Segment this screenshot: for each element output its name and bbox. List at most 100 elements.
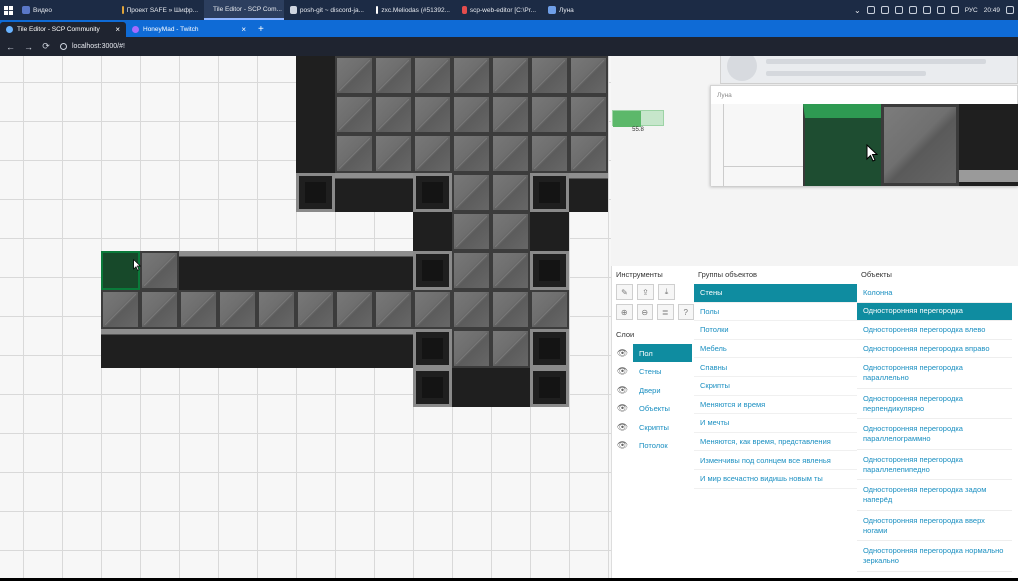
map-tile[interactable] xyxy=(257,329,296,368)
map-tile[interactable] xyxy=(218,290,257,329)
map-tile[interactable] xyxy=(413,56,452,95)
map-tile[interactable] xyxy=(491,173,530,212)
network-icon[interactable] xyxy=(922,6,931,14)
clock[interactable]: 20:49 xyxy=(984,7,1000,14)
taskbar-item-posh-git[interactable]: posh-git ~ discord-ja... xyxy=(284,0,370,20)
map-tile[interactable] xyxy=(452,251,491,290)
map-tile[interactable] xyxy=(218,251,257,290)
map-tile[interactable] xyxy=(491,134,530,173)
map-tile[interactable] xyxy=(569,56,608,95)
map-tile[interactable] xyxy=(374,95,413,134)
notifications-icon[interactable] xyxy=(1006,6,1014,14)
tray-app-icon[interactable] xyxy=(880,6,889,14)
object-group-item[interactable]: Меняются, как время, представления xyxy=(694,433,857,452)
object-item[interactable]: Односторонняя перегородка влево xyxy=(857,321,1012,340)
map-tile[interactable] xyxy=(335,134,374,173)
map-tile[interactable] xyxy=(296,134,335,173)
map-tile[interactable] xyxy=(413,290,452,329)
map-tile[interactable] xyxy=(569,173,608,212)
map-tile[interactable] xyxy=(101,329,140,368)
map-tile[interactable] xyxy=(296,56,335,95)
language-indicator[interactable]: РУС xyxy=(965,7,978,14)
info-icon[interactable] xyxy=(60,43,67,50)
taskbar-item-luna[interactable]: Луна xyxy=(542,0,602,20)
map-tile[interactable] xyxy=(530,134,569,173)
object-item[interactable]: Односторонняя перегородка параллельно xyxy=(857,358,1012,389)
map-tile[interactable] xyxy=(296,290,335,329)
notification-toast[interactable]: ✕ xyxy=(720,56,1018,84)
map-tile[interactable] xyxy=(140,329,179,368)
windows-start-button[interactable] xyxy=(0,0,16,20)
tab-twitch[interactable]: HoneyMad - Twitch × xyxy=(126,22,252,37)
eye-icon[interactable]: 👁 xyxy=(612,385,633,396)
map-tile[interactable] xyxy=(296,251,335,290)
map-tile[interactable] xyxy=(491,251,530,290)
map-tile[interactable] xyxy=(413,251,452,290)
eye-icon[interactable]: 👁 xyxy=(612,403,633,414)
map-tile[interactable] xyxy=(452,212,491,251)
map-tile[interactable] xyxy=(452,134,491,173)
object-group-item[interactable]: Изменчивы под солнцем все явленья xyxy=(694,451,857,470)
map-tile[interactable] xyxy=(491,329,530,368)
list-icon[interactable]: ≣ xyxy=(657,304,674,320)
object-item[interactable]: Односторонняя перегородка нормально зерк… xyxy=(857,541,1012,572)
map-tile[interactable] xyxy=(257,290,296,329)
map-tile[interactable] xyxy=(374,173,413,212)
map-tile[interactable] xyxy=(296,173,335,212)
object-item[interactable]: Односторонняя перегородка xyxy=(857,302,1012,322)
map-tile[interactable] xyxy=(335,329,374,368)
map-tile[interactable] xyxy=(413,134,452,173)
map-tile[interactable] xyxy=(452,173,491,212)
object-group-item[interactable]: Мебель xyxy=(694,340,857,359)
map-tile[interactable] xyxy=(569,95,608,134)
map-tile[interactable] xyxy=(530,56,569,95)
volume-icon[interactable] xyxy=(908,6,917,14)
map-tile[interactable] xyxy=(491,212,530,251)
map-tile[interactable] xyxy=(413,329,452,368)
object-item[interactable]: Односторонняя перегородка вправо xyxy=(857,340,1012,359)
forward-arrow-icon[interactable]: → xyxy=(24,42,33,52)
layer-item[interactable]: 👁 Двери xyxy=(612,381,692,400)
map-tile[interactable] xyxy=(374,329,413,368)
eye-icon[interactable]: 👁 xyxy=(612,348,633,359)
map-tile[interactable] xyxy=(140,290,179,329)
map-tile[interactable] xyxy=(179,329,218,368)
map-tile[interactable] xyxy=(413,368,452,407)
overlay-preview-window[interactable]: Луна xyxy=(710,85,1018,186)
object-group-item[interactable]: Меняются и время xyxy=(694,396,857,415)
taskbar-item-tile-editor[interactable]: Tile Editor - SCP Com... xyxy=(204,0,284,20)
map-tile[interactable] xyxy=(335,56,374,95)
back-arrow-icon[interactable]: ← xyxy=(6,42,15,52)
map-tile[interactable] xyxy=(335,173,374,212)
map-tile[interactable] xyxy=(374,290,413,329)
layer-item[interactable]: 👁 Пол xyxy=(612,344,692,363)
dropbox-icon[interactable] xyxy=(950,6,959,14)
map-tile[interactable] xyxy=(413,173,452,212)
layer-item[interactable]: 👁 Стены xyxy=(612,363,692,382)
map-tile[interactable] xyxy=(374,56,413,95)
object-item[interactable]: Колонна xyxy=(857,284,1012,303)
zoom-out-icon[interactable]: ⊖ xyxy=(636,304,653,320)
taskbar-item-scp-web-editor[interactable]: scp-web-editor [C:\Pr... xyxy=(456,0,542,20)
map-tile[interactable] xyxy=(257,251,296,290)
map-tile[interactable] xyxy=(296,95,335,134)
battery-icon[interactable] xyxy=(936,6,945,14)
object-group-item[interactable]: Стены xyxy=(694,284,857,303)
new-tab-button[interactable]: + xyxy=(258,22,264,37)
zoom-in-icon[interactable]: ⊕ xyxy=(616,304,633,320)
map-tile[interactable] xyxy=(101,290,140,329)
eye-icon[interactable]: 👁 xyxy=(612,422,633,433)
map-tile[interactable] xyxy=(413,95,452,134)
map-tile[interactable] xyxy=(530,212,569,251)
object-group-item[interactable]: Полы xyxy=(694,303,857,322)
map-tile[interactable] xyxy=(569,134,608,173)
chevron-up-icon[interactable]: ⌄ xyxy=(854,6,861,15)
object-group-item[interactable]: Скрипты xyxy=(694,377,857,396)
tray-app-icon[interactable] xyxy=(866,6,875,14)
map-tile[interactable] xyxy=(530,290,569,329)
map-tile[interactable] xyxy=(179,251,218,290)
download-icon[interactable]: ⤓ xyxy=(658,284,675,300)
taskbar-item-chrome-safe[interactable]: Проект SAFE » Шифр... xyxy=(116,0,204,20)
map-tile[interactable] xyxy=(452,95,491,134)
layer-item[interactable]: 👁 Объекты xyxy=(612,400,692,419)
